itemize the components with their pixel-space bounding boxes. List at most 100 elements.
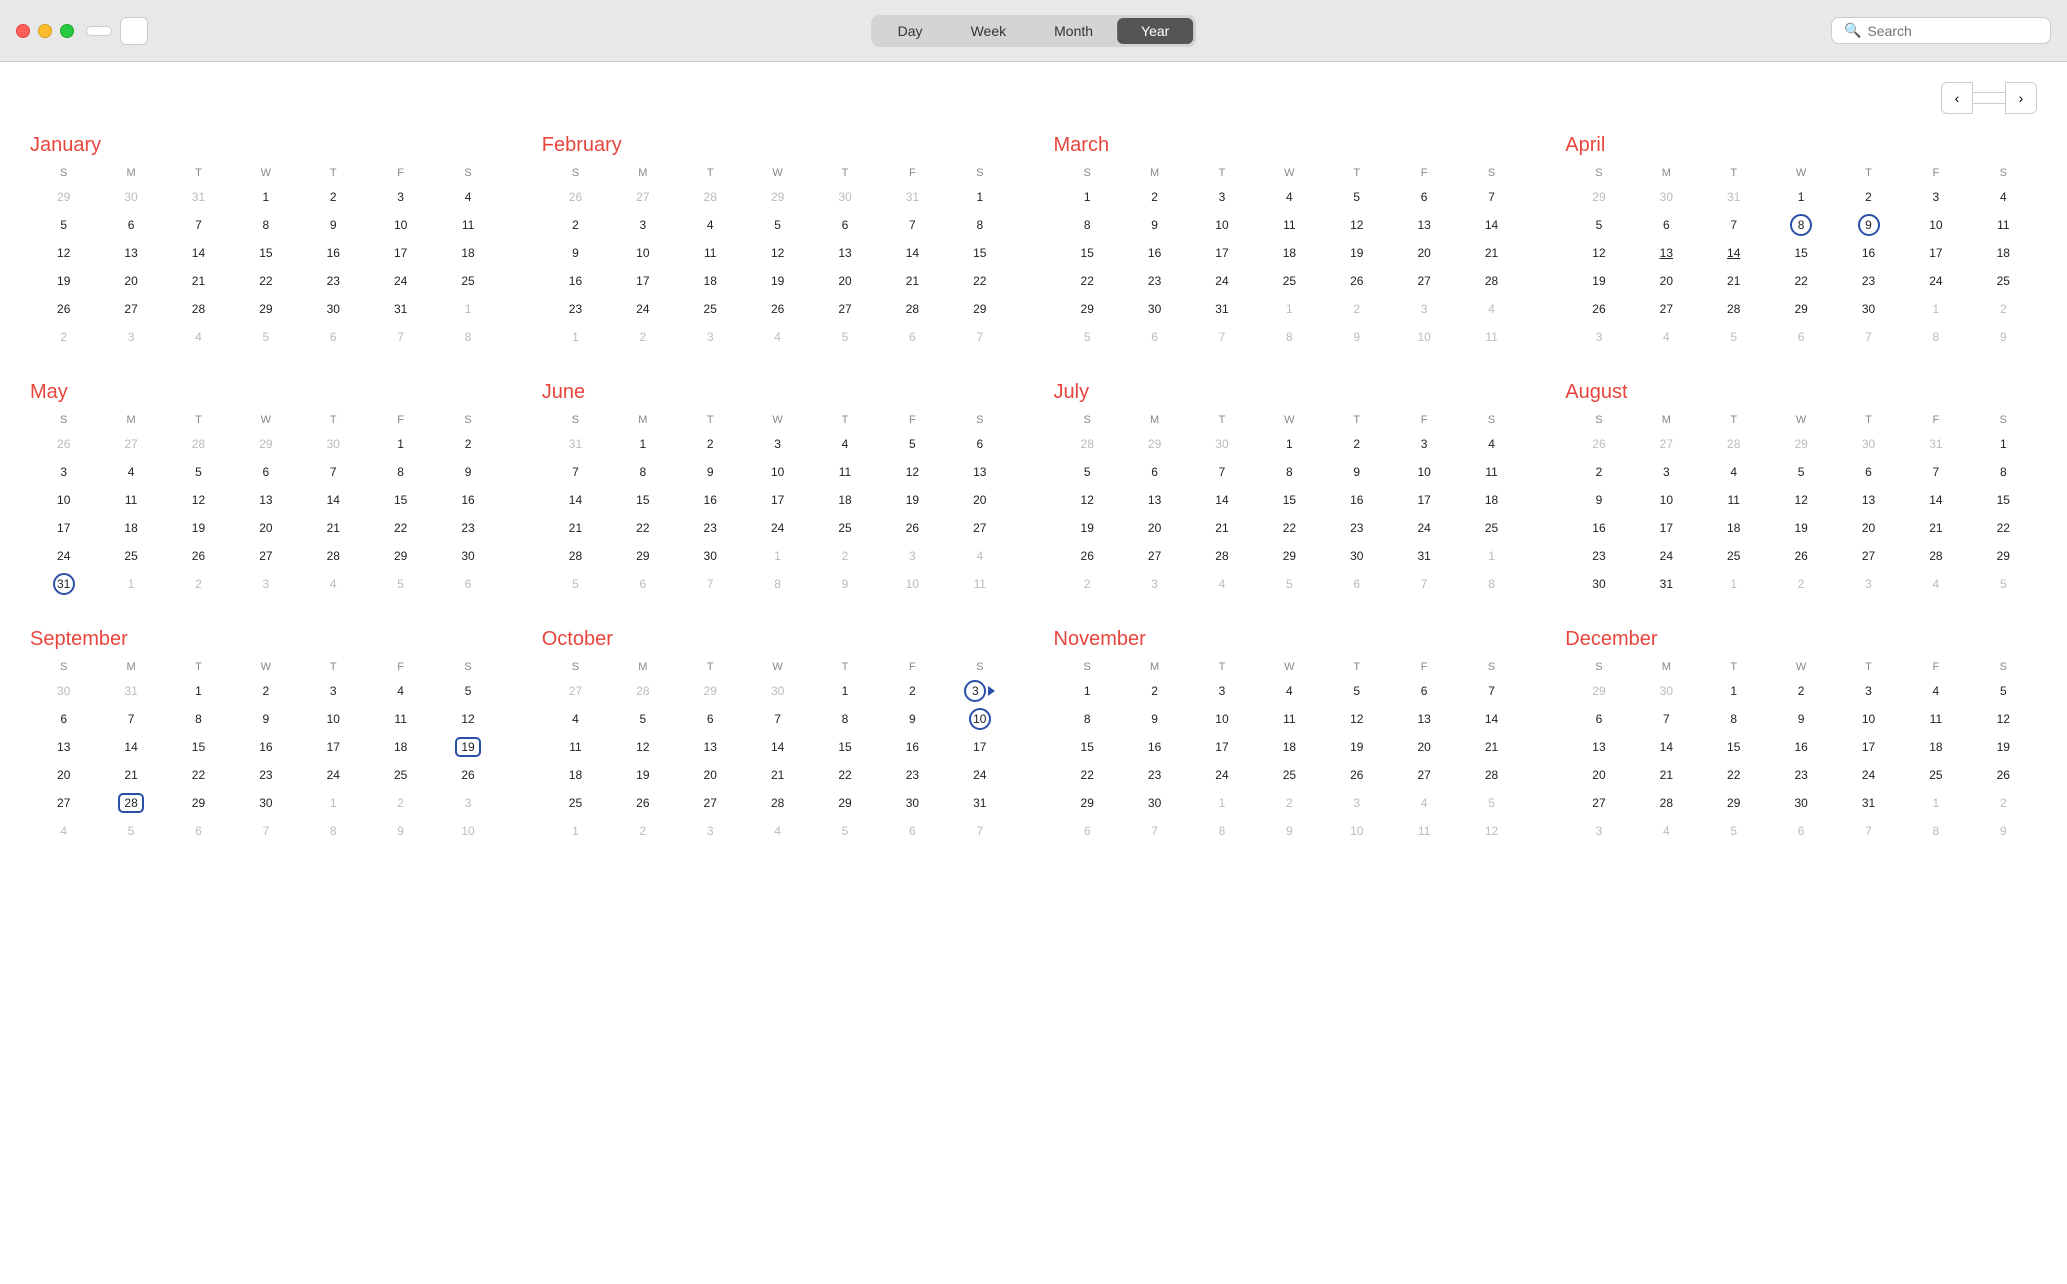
cal-cell[interactable]: 7: [1633, 705, 1700, 733]
cal-cell[interactable]: 30: [97, 183, 164, 211]
cal-cell[interactable]: 21: [165, 267, 232, 295]
cal-cell[interactable]: 4: [30, 817, 97, 845]
cal-cell[interactable]: 28: [1458, 267, 1525, 295]
cal-cell[interactable]: 13: [1121, 486, 1188, 514]
cal-cell[interactable]: 22: [1970, 514, 2037, 542]
cal-cell[interactable]: 6: [232, 458, 299, 486]
cal-cell[interactable]: 5: [1323, 677, 1390, 705]
cal-cell[interactable]: 20: [946, 486, 1013, 514]
cal-cell[interactable]: 9: [1565, 486, 1632, 514]
cal-cell[interactable]: 7: [1458, 677, 1525, 705]
cal-cell[interactable]: 30: [1767, 789, 1834, 817]
cal-cell[interactable]: 22: [1054, 267, 1121, 295]
cal-cell[interactable]: 3: [232, 570, 299, 598]
cal-cell[interactable]: 13: [1390, 705, 1457, 733]
next-year-button[interactable]: ›: [2005, 82, 2037, 114]
cal-cell[interactable]: 26: [1565, 295, 1632, 323]
cal-cell[interactable]: 21: [1188, 514, 1255, 542]
cal-cell[interactable]: 24: [1390, 514, 1457, 542]
cal-cell[interactable]: 20: [1835, 514, 1902, 542]
cal-cell[interactable]: 23: [300, 267, 367, 295]
cal-cell[interactable]: 27: [1835, 542, 1902, 570]
cal-cell[interactable]: 31: [946, 789, 1013, 817]
cal-cell[interactable]: 4: [1256, 183, 1323, 211]
cal-cell[interactable]: 23: [434, 514, 501, 542]
cal-cell[interactable]: 20: [1390, 239, 1457, 267]
cal-cell[interactable]: 14: [1458, 705, 1525, 733]
cal-cell[interactable]: 13: [1565, 733, 1632, 761]
cal-cell[interactable]: 18: [542, 761, 609, 789]
cal-cell[interactable]: 29: [1256, 542, 1323, 570]
cal-cell[interactable]: 26: [744, 295, 811, 323]
cal-cell[interactable]: 27: [232, 542, 299, 570]
calendars-button[interactable]: [86, 26, 112, 36]
cal-cell[interactable]: 2: [1565, 458, 1632, 486]
cal-cell[interactable]: 13: [97, 239, 164, 267]
cal-cell[interactable]: 19: [1970, 733, 2037, 761]
cal-cell[interactable]: 2: [1767, 570, 1834, 598]
cal-cell[interactable]: 2: [811, 542, 878, 570]
cal-cell[interactable]: 29: [30, 183, 97, 211]
cal-cell[interactable]: 16: [1767, 733, 1834, 761]
cal-cell[interactable]: 31: [1902, 430, 1969, 458]
cal-cell[interactable]: 29: [1767, 295, 1834, 323]
cal-cell[interactable]: 1: [1902, 789, 1969, 817]
cal-cell[interactable]: 28: [1902, 542, 1969, 570]
cal-cell[interactable]: 29: [1565, 183, 1632, 211]
cal-cell[interactable]: 22: [946, 267, 1013, 295]
cal-cell[interactable]: 15: [1970, 486, 2037, 514]
cal-cell[interactable]: 22: [367, 514, 434, 542]
cal-cell[interactable]: 1: [1054, 677, 1121, 705]
cal-cell[interactable]: 7: [1835, 817, 1902, 845]
cal-cell[interactable]: 15: [946, 239, 1013, 267]
cal-cell[interactable]: 2: [165, 570, 232, 598]
cal-cell[interactable]: 12: [165, 486, 232, 514]
cal-cell[interactable]: 7: [1835, 323, 1902, 351]
cal-cell[interactable]: 3: [677, 323, 744, 351]
cal-cell[interactable]: 28: [1633, 789, 1700, 817]
cal-cell[interactable]: 22: [232, 267, 299, 295]
cal-cell[interactable]: 25: [1256, 267, 1323, 295]
cal-cell[interactable]: 10: [1902, 211, 1969, 239]
cal-cell[interactable]: 26: [542, 183, 609, 211]
cal-cell[interactable]: 27: [1121, 542, 1188, 570]
cal-cell[interactable]: 6: [1767, 817, 1834, 845]
cal-cell[interactable]: 29: [1970, 542, 2037, 570]
cal-cell[interactable]: 15: [367, 486, 434, 514]
cal-cell[interactable]: 28: [1458, 761, 1525, 789]
cal-cell[interactable]: 19: [609, 761, 676, 789]
cal-cell[interactable]: 9: [542, 239, 609, 267]
cal-cell[interactable]: 28: [609, 677, 676, 705]
cal-cell[interactable]: 22: [1700, 761, 1767, 789]
cal-cell[interactable]: 27: [677, 789, 744, 817]
cal-cell[interactable]: 1: [946, 183, 1013, 211]
cal-cell[interactable]: 25: [1902, 761, 1969, 789]
cal-cell[interactable]: 22: [1054, 761, 1121, 789]
cal-cell[interactable]: 30: [744, 677, 811, 705]
cal-cell[interactable]: 30: [1633, 183, 1700, 211]
cal-cell[interactable]: 9: [1767, 705, 1834, 733]
cal-cell[interactable]: 16: [677, 486, 744, 514]
cal-cell[interactable]: 6: [97, 211, 164, 239]
cal-cell[interactable]: 24: [1188, 761, 1255, 789]
cal-cell[interactable]: 5: [367, 570, 434, 598]
cal-cell[interactable]: 5: [609, 705, 676, 733]
cal-cell[interactable]: 17: [946, 733, 1013, 761]
cal-cell[interactable]: 19: [165, 514, 232, 542]
cal-cell[interactable]: 19: [879, 486, 946, 514]
cal-cell[interactable]: 10: [1835, 705, 1902, 733]
cal-cell[interactable]: 12: [1323, 705, 1390, 733]
cal-cell[interactable]: 6: [879, 817, 946, 845]
search-input[interactable]: [1867, 23, 2027, 39]
maximize-button[interactable]: [60, 24, 74, 38]
cal-cell[interactable]: 12: [1323, 211, 1390, 239]
cal-cell[interactable]: 16: [1835, 239, 1902, 267]
cal-cell[interactable]: 3: [1565, 817, 1632, 845]
cal-cell[interactable]: 2: [879, 677, 946, 705]
cal-cell[interactable]: 15: [1767, 239, 1834, 267]
cal-cell[interactable]: 27: [1390, 267, 1457, 295]
cal-cell[interactable]: 17: [300, 733, 367, 761]
cal-cell[interactable]: 5: [811, 323, 878, 351]
cal-cell[interactable]: 4: [367, 677, 434, 705]
cal-cell[interactable]: 16: [879, 733, 946, 761]
